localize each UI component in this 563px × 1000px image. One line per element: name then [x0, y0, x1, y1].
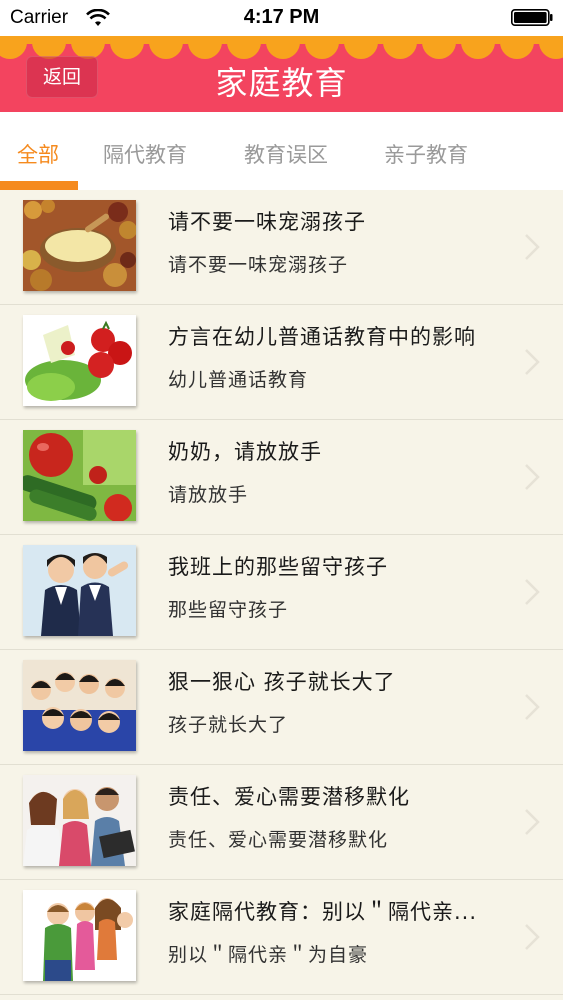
scallop-bump — [344, 36, 378, 59]
article-title: 家庭隔代教育：别以＂隔代亲... — [168, 900, 478, 924]
article-subtitle: 幼儿普通话教育 — [168, 369, 309, 391]
chevron-right-icon — [525, 234, 540, 260]
article-list: 请不要一味宠溺孩子 请不要一味宠溺孩子 方言在幼儿普通话教育中的影响 幼儿普通话… — [0, 190, 563, 995]
nav-bar: 返回 家庭教育 — [0, 36, 563, 112]
scallop-bump — [383, 36, 417, 59]
scallop-bump — [110, 36, 144, 59]
list-item[interactable]: 我班上的那些留守孩子 那些留守孩子 — [0, 535, 563, 650]
article-title: 责任、爱心需要潜移默化 — [168, 785, 410, 809]
list-item[interactable]: 家庭隔代教育：别以＂隔代亲... 别以＂隔代亲＂为自豪 — [0, 880, 563, 995]
chevron-right-icon — [525, 464, 540, 490]
scallop-bump — [305, 36, 339, 59]
scallop-bump — [266, 36, 300, 59]
group-kids-image — [23, 660, 136, 751]
status-bar: Carrier 4:17 PM — [0, 0, 563, 36]
scallop-bump — [422, 36, 456, 59]
chevron-right-icon — [525, 924, 540, 950]
chevron-right-icon — [525, 349, 540, 375]
scallop-bump — [539, 36, 563, 59]
tab-parent-child[interactable]: 亲子教育 — [384, 139, 468, 169]
teens-laptop-image — [23, 775, 136, 866]
family-kids-image — [23, 890, 136, 981]
chevron-right-icon — [525, 579, 540, 605]
scallop-bump — [500, 36, 534, 59]
tab-bar: 全部 隔代教育 教育误区 亲子教育 — [0, 112, 563, 190]
article-subtitle: 请不要一味宠溺孩子 — [168, 254, 349, 276]
tab-misconceptions[interactable]: 教育误区 — [244, 139, 328, 169]
scallop-bump — [149, 36, 183, 59]
list-item[interactable]: 方言在幼儿普通话教育中的影响 幼儿普通话教育 — [0, 305, 563, 420]
scallop-bump — [0, 36, 27, 59]
list-item[interactable]: 奶奶，请放放手 请放放手 — [0, 420, 563, 535]
grains-bowl-image — [23, 200, 136, 291]
article-title: 狠一狠心 孩子就长大了 — [168, 670, 396, 694]
article-title: 方言在幼儿普通话教育中的影响 — [168, 325, 476, 349]
chevron-right-icon — [525, 694, 540, 720]
article-title: 请不要一味宠溺孩子 — [168, 210, 366, 234]
vegetables-tomato-image — [23, 315, 136, 406]
scallop-bump — [188, 36, 222, 59]
students-image — [23, 545, 136, 636]
list-item[interactable]: 请不要一味宠溺孩子 请不要一味宠溺孩子 — [0, 190, 563, 305]
article-subtitle: 别以＂隔代亲＂为自豪 — [168, 944, 369, 966]
article-subtitle: 孩子就长大了 — [168, 714, 289, 736]
scallop-bump — [461, 36, 495, 59]
article-subtitle: 那些留守孩子 — [168, 599, 289, 621]
tab-all[interactable]: 全部 — [17, 139, 59, 169]
list-item[interactable]: 责任、爱心需要潜移默化 责任、爱心需要潜移默化 — [0, 765, 563, 880]
battery-icon — [511, 9, 553, 26]
active-tab-indicator — [0, 181, 78, 190]
page-title: 家庭教育 — [215, 64, 348, 102]
list-item[interactable]: 狠一狠心 孩子就长大了 孩子就长大了 — [0, 650, 563, 765]
article-subtitle: 责任、爱心需要潜移默化 — [168, 829, 389, 851]
article-subtitle: 请放放手 — [168, 484, 249, 506]
article-title: 奶奶，请放放手 — [168, 440, 322, 464]
cucumber-tomato-image — [23, 430, 136, 521]
scallop-bump — [227, 36, 261, 59]
article-title: 我班上的那些留守孩子 — [168, 555, 388, 579]
chevron-right-icon — [525, 809, 540, 835]
clock: 4:17 PM — [243, 6, 320, 28]
tab-intergenerational[interactable]: 隔代教育 — [103, 139, 187, 169]
